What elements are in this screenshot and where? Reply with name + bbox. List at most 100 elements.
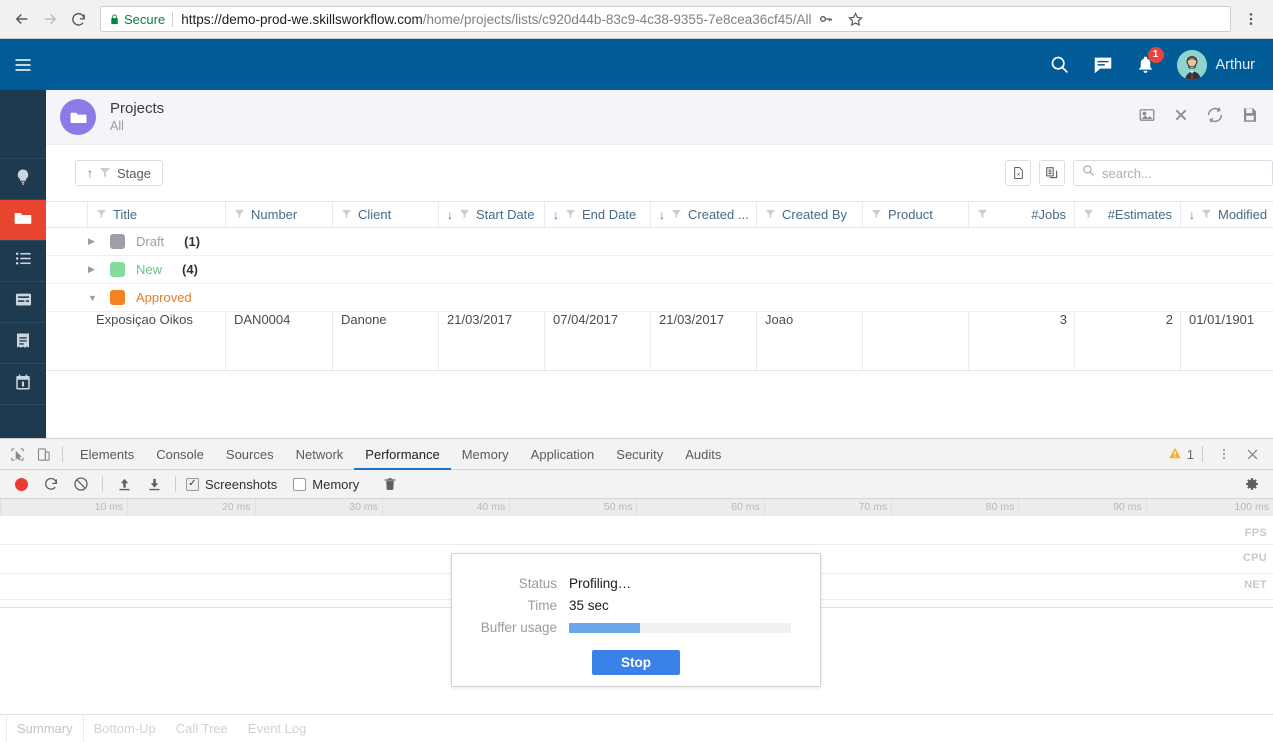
filter-funnel-icon[interactable] — [99, 166, 111, 181]
refresh-icon[interactable] — [1206, 106, 1224, 129]
sidebar-item-lists[interactable] — [0, 241, 46, 282]
filter-funnel-icon[interactable] — [565, 207, 576, 222]
grid-header-product[interactable]: Product — [863, 202, 969, 227]
stop-button[interactable]: Stop — [592, 650, 680, 675]
grid-header-client[interactable]: Client — [333, 202, 439, 227]
tab-security[interactable]: Security — [605, 439, 674, 470]
search-icon[interactable] — [1049, 54, 1070, 75]
sidebar-item-ideas[interactable] — [0, 159, 46, 200]
tab-audits[interactable]: Audits — [674, 439, 732, 470]
tab-sources[interactable]: Sources — [215, 439, 285, 470]
status-swatch — [110, 234, 125, 249]
password-key-icon[interactable] — [812, 6, 840, 32]
upload-profile-icon[interactable] — [109, 470, 139, 499]
grid-header-title[interactable]: Title — [88, 202, 226, 227]
filter-funnel-icon[interactable] — [977, 207, 988, 222]
grid-header-label: Created By — [782, 207, 847, 222]
table-row[interactable]: Exposiçao Oikos DAN0004 Danone 21/03/201… — [46, 312, 1273, 371]
back-arrow-icon[interactable] — [8, 5, 36, 33]
filter-funnel-icon[interactable] — [871, 207, 882, 222]
grid-header-created-by[interactable]: Created By — [757, 202, 863, 227]
filter-funnel-icon[interactable] — [341, 207, 352, 222]
drawer-tab-call-tree[interactable]: Call Tree — [166, 715, 238, 742]
gear-icon[interactable] — [1237, 470, 1267, 499]
filter-funnel-icon[interactable] — [96, 207, 107, 222]
memory-checkbox[interactable]: Memory — [293, 477, 359, 492]
excel-export-icon[interactable]: x — [1005, 160, 1031, 186]
download-profile-icon[interactable] — [139, 470, 169, 499]
sort-descending-icon[interactable]: ↓ — [1189, 209, 1195, 221]
close-icon[interactable] — [1239, 441, 1265, 467]
grid-header-label: Modified — [1218, 207, 1267, 222]
sidebar-item-invoices[interactable] — [0, 323, 46, 364]
filter-funnel-icon[interactable] — [1201, 207, 1212, 222]
user-menu[interactable]: Arthur — [1177, 50, 1256, 80]
stage-group-chip[interactable]: ↑ Stage — [75, 160, 163, 186]
grid-group-row[interactable]: ▶ New (4) — [46, 256, 1273, 284]
notification-badge: 1 — [1148, 47, 1164, 63]
url-path: /home/projects/lists/c920d44b-83c9-4c38-… — [423, 12, 812, 27]
sidebar-item-cards[interactable] — [0, 282, 46, 323]
tab-application[interactable]: Application — [520, 439, 606, 470]
grid-header-modified[interactable]: ↓ Modified — [1181, 202, 1273, 227]
chat-icon[interactable] — [1092, 54, 1114, 76]
screenshots-checkbox[interactable]: ✓ Screenshots — [186, 477, 277, 492]
bookmark-star-icon[interactable] — [842, 6, 870, 32]
reload-and-record-icon[interactable] — [36, 470, 66, 499]
tab-performance[interactable]: Performance — [354, 439, 450, 470]
trash-icon[interactable] — [375, 470, 405, 499]
drawer-tab-summary[interactable]: Summary — [6, 715, 84, 742]
search-input[interactable] — [1102, 166, 1264, 181]
chrome-menu-icon[interactable] — [1237, 5, 1265, 33]
filter-funnel-icon[interactable] — [234, 207, 245, 222]
sort-descending-icon[interactable]: ↓ — [553, 209, 559, 221]
grid-header-number[interactable]: Number — [226, 202, 333, 227]
filter-funnel-icon[interactable] — [459, 207, 470, 222]
grid-group-row[interactable]: ▼ Approved — [46, 284, 1273, 312]
sort-ascending-icon[interactable]: ↑ — [87, 167, 93, 179]
grid-header-created[interactable]: ↓ Created ... — [651, 202, 757, 227]
sidebar-item-projects[interactable] — [0, 200, 46, 241]
avatar — [1177, 50, 1207, 80]
grid-header-jobs[interactable]: #Jobs — [969, 202, 1075, 227]
drawer-tab-bottom-up[interactable]: Bottom-Up — [84, 715, 166, 742]
filter-funnel-icon[interactable] — [671, 207, 682, 222]
close-icon[interactable] — [1173, 107, 1189, 128]
filter-funnel-icon[interactable] — [765, 207, 776, 222]
grid-header-end-date[interactable]: ↓ End Date — [545, 202, 651, 227]
tab-console[interactable]: Console — [145, 439, 215, 470]
kebab-menu-icon[interactable] — [1211, 441, 1237, 467]
sort-descending-icon[interactable]: ↓ — [447, 209, 453, 221]
tab-memory[interactable]: Memory — [451, 439, 520, 470]
chevron-right-icon[interactable]: ▶ — [88, 264, 110, 275]
device-toolbar-icon[interactable] — [30, 441, 56, 467]
tab-network[interactable]: Network — [285, 439, 355, 470]
drawer-tab-event-log[interactable]: Event Log — [238, 715, 317, 742]
warning-badge[interactable]: 1 — [1168, 446, 1194, 463]
hamburger-icon[interactable] — [0, 39, 46, 90]
grid-header-estimates[interactable]: #Estimates — [1075, 202, 1181, 227]
sidebar-item-calendar[interactable] — [0, 364, 46, 405]
buffer-usage-label: Buffer usage — [452, 620, 569, 635]
forward-arrow-icon[interactable] — [36, 5, 64, 33]
address-bar[interactable]: Secure https://demo-prod-we.skillsworkfl… — [100, 6, 1231, 32]
image-icon[interactable] — [1138, 106, 1156, 129]
record-circle-icon[interactable] — [6, 470, 36, 499]
save-icon[interactable] — [1241, 106, 1259, 129]
inspect-element-icon[interactable] — [4, 441, 30, 467]
clear-icon[interactable] — [66, 470, 96, 499]
copy-columns-icon[interactable] — [1039, 160, 1065, 186]
chevron-down-icon[interactable]: ▼ — [88, 293, 110, 303]
lightbulb-icon — [14, 168, 32, 191]
grid-header-start-date[interactable]: ↓ Start Date — [439, 202, 545, 227]
ruler-tick: 30 ms — [255, 499, 382, 516]
tab-elements[interactable]: Elements — [69, 439, 145, 470]
bell-icon[interactable]: 1 — [1136, 55, 1155, 74]
time-value: 35 sec — [569, 598, 609, 613]
sort-descending-icon[interactable]: ↓ — [659, 209, 665, 221]
reload-icon[interactable] — [64, 5, 92, 33]
search-input-wrapper[interactable] — [1073, 160, 1273, 186]
filter-funnel-icon[interactable] — [1083, 207, 1094, 222]
grid-group-row[interactable]: ▶ Draft (1) — [46, 228, 1273, 256]
chevron-right-icon[interactable]: ▶ — [88, 236, 110, 247]
